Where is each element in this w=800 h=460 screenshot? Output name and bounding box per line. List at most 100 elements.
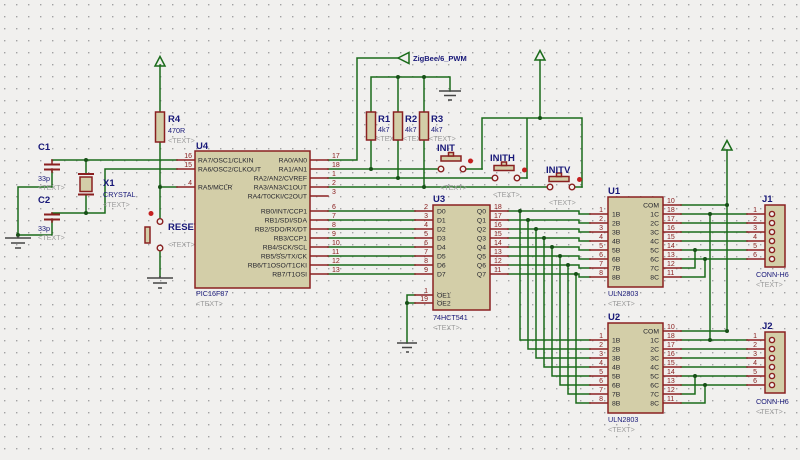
schematic-canvas[interactable]: C1 33p <TEXT> C2 33p <TEXT> X1 CRYSTAL <… xyxy=(0,0,800,460)
button-marker xyxy=(577,177,582,182)
pin-name: 1C xyxy=(650,212,659,219)
pin-number: 16 xyxy=(667,351,675,358)
junction-dot xyxy=(558,254,562,258)
component-value: CRYSTAL xyxy=(103,190,136,199)
pin-number: 13 xyxy=(494,249,502,256)
pin-number: 2 xyxy=(332,180,336,187)
component-text-placeholder: <TEXT> xyxy=(549,198,576,207)
pin-number: 2 xyxy=(424,204,428,211)
pin-name: 5B xyxy=(612,248,621,255)
button-contact xyxy=(568,183,576,191)
connector-pin xyxy=(768,246,776,254)
junction-dot xyxy=(422,185,426,189)
component-text-placeholder: <TEXT> xyxy=(168,240,195,249)
pin-name: 3B xyxy=(612,356,621,363)
pin-number: 3 xyxy=(753,225,757,232)
pin-number: 3 xyxy=(753,351,757,358)
pin-name: 2C xyxy=(650,221,659,228)
pin-name: 3C xyxy=(650,356,659,363)
pin-name: 7B xyxy=(612,392,621,399)
pin-name: RA6/OSC2/CLKOUT xyxy=(198,167,261,174)
junction-dot xyxy=(396,75,400,79)
pin-number: 1 xyxy=(424,288,428,295)
pin-number: 6 xyxy=(424,240,428,247)
component-value: 470R xyxy=(168,126,185,135)
pin-name: 5B xyxy=(612,374,621,381)
component-text-placeholder: <TEXT> xyxy=(608,299,635,308)
junction-dot xyxy=(703,383,707,387)
pin-number: 3 xyxy=(332,189,336,196)
component-ref: INIT xyxy=(437,143,455,154)
component-value: 33p xyxy=(38,174,50,183)
component-value: 33p xyxy=(38,224,50,233)
pin-number: 18 xyxy=(667,207,675,214)
pin-name: 3C xyxy=(650,230,659,237)
pin-number: 8 xyxy=(599,270,603,277)
connector-pin xyxy=(768,219,776,227)
pin-name: RA5/MCLR xyxy=(198,185,232,192)
pin-name: 2C xyxy=(650,347,659,354)
pin-name: 8B xyxy=(612,275,621,282)
button-contact xyxy=(459,165,467,173)
pin-name: 4C xyxy=(650,239,659,246)
connector-pin xyxy=(768,255,776,263)
component-ref: R1 xyxy=(378,114,391,125)
component-text-placeholder: <TEXT> xyxy=(38,233,65,242)
pin-number: 18 xyxy=(332,162,340,169)
component-ref: INITH xyxy=(490,153,515,164)
pin-number: 8 xyxy=(332,222,336,229)
pin-number: 3 xyxy=(599,225,603,232)
component-text-placeholder: <TEXT> xyxy=(493,190,520,199)
pin-number: 7 xyxy=(599,261,603,268)
button-contact xyxy=(491,174,499,182)
component-value: CONN-H6 xyxy=(756,270,789,279)
component-ref: J2 xyxy=(762,321,773,332)
pin-number: 13 xyxy=(667,378,675,385)
pin-name: D3 xyxy=(437,236,446,243)
pin-number: 15 xyxy=(184,162,192,169)
pin-number: 10 xyxy=(667,324,675,331)
junction-dot xyxy=(84,158,88,162)
pin-name: 6C xyxy=(650,383,659,390)
pin-number: 8 xyxy=(599,396,603,403)
pin-number: 12 xyxy=(494,258,502,265)
pin-number: 5 xyxy=(599,243,603,250)
pin-name: 8C xyxy=(650,275,659,282)
pin-name: D7 xyxy=(437,272,446,279)
pin-name: 4B xyxy=(612,239,621,246)
pin-number: 2 xyxy=(753,216,757,223)
junction-dot xyxy=(84,211,88,215)
pin-number: 5 xyxy=(424,231,428,238)
junction-dot xyxy=(708,338,712,342)
junction-dot xyxy=(725,329,729,333)
button-contact xyxy=(156,244,164,252)
component-ref: C2 xyxy=(38,195,50,206)
button-contact xyxy=(546,183,554,191)
pin-name: RA0/AN0 xyxy=(279,158,308,165)
pin-name: RA3/AN3/C1OUT xyxy=(254,185,307,192)
pin-number: 14 xyxy=(667,369,675,376)
pin-name: 6C xyxy=(650,257,659,264)
pin-name: 7C xyxy=(650,266,659,273)
junction-dot xyxy=(725,203,729,207)
pin-number: 1 xyxy=(332,171,336,178)
zigbee-output-terminal[interactable]: ZigBee/6_PWM xyxy=(396,51,467,65)
pin-name: D6 xyxy=(437,263,446,270)
pin-number: 9 xyxy=(424,267,428,274)
pin-name: 3B xyxy=(612,230,621,237)
pin-name: RB5/SS/TX/CK xyxy=(261,254,308,261)
component-value: 74HCT541 xyxy=(433,313,468,322)
pin-number: 16 xyxy=(494,222,502,229)
pin-name: Q1 xyxy=(477,218,486,225)
junction-dot xyxy=(534,227,538,231)
junction-dot xyxy=(550,245,554,249)
pin-name: 5C xyxy=(650,248,659,255)
pin-name: Q3 xyxy=(477,236,486,243)
pin-number: 8 xyxy=(424,258,428,265)
pin-name: RB6/T1OSO/T1CKI xyxy=(248,263,307,270)
junction-dot xyxy=(566,263,570,267)
pin-number: 7 xyxy=(332,213,336,220)
pin-number: 18 xyxy=(667,333,675,340)
component-text-placeholder: <TEXT> xyxy=(168,136,195,145)
connector-pin xyxy=(768,381,776,389)
